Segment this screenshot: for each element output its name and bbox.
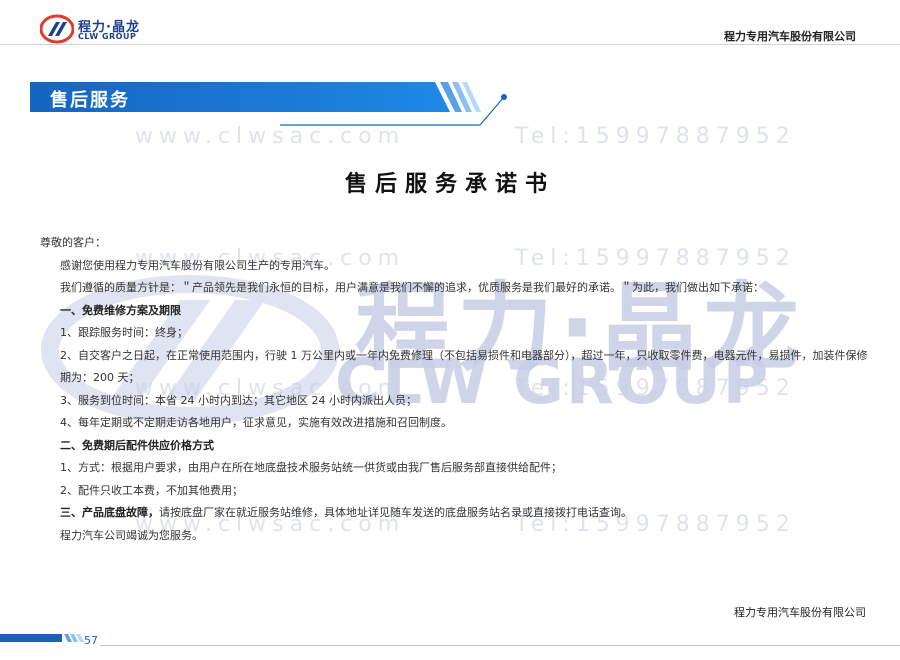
logo-english-name: CLW GROUP <box>78 32 137 41</box>
section-heading: 一、免费维修方案及期限 <box>60 303 181 317</box>
list-item: 4、每年定期或不定期走访各地用户，征求意见，实施有效改进措施和召回制度。 <box>60 416 452 429</box>
page-number: 57 <box>84 634 98 647</box>
list-item: 2、自交客户之日起，在正常使用范围内，行驶 1 万公里内或一年内免费修理（不包括… <box>60 348 868 385</box>
closing: 程力汽车公司竭诚为您服务。 <box>60 528 203 542</box>
section-heading: 三、产品底盘故障， <box>60 506 159 519</box>
document-title: 售后服务承诺书 <box>344 172 555 197</box>
header-divider <box>0 44 900 45</box>
logo-emblem-icon <box>40 14 74 44</box>
document-body: 尊敬的客户： 感谢您使用程力专用汽车股份有限公司生产的专用汽车。 我们遵循的质量… <box>40 232 870 547</box>
footer-divider <box>100 645 900 646</box>
list-item: 1、跟踪服务时间：终身； <box>60 326 188 339</box>
header-company-name: 程力专用汽车股份有限公司 <box>724 30 856 43</box>
paragraph: 感谢您使用程力专用汽车股份有限公司生产的专用汽车。 <box>60 258 335 272</box>
salutation: 尊敬的客户： <box>40 236 106 249</box>
footer-company-name: 程力专用汽车股份有限公司 <box>734 606 866 619</box>
watermark-tel: Tel:15997887952 <box>515 124 796 149</box>
list-item: 2、配件只收工本费，不加其他费用； <box>60 483 243 497</box>
list-item: 3、服务到位时间：本省 24 小时内到达；其它地区 24 小时内派出人员； <box>60 393 417 407</box>
section-heading: 二、免费期后配件供应价格方式 <box>60 438 214 452</box>
paragraph: 我们遵循的质量方针是：＂产品领先是我们永恒的目标，用户满意是我们不懈的追求，优质… <box>60 281 764 294</box>
banner-title: 售后服务 <box>50 90 130 111</box>
section-text: 请按底盘厂家在就近服务站维修，具体地址详见随车发送的底盘服务站名录或直接拨打电话… <box>159 506 632 519</box>
list-item: 1、方式：根据用户要求，由用户在所在地底盘技术服务站统一供货或由我厂售后服务部直… <box>60 461 562 474</box>
watermark-site: www.clwsac.com <box>135 124 406 149</box>
section-three: 三、产品底盘故障，请按底盘厂家在就近服务站维修，具体地址详见随车发送的底盘服务站… <box>40 502 870 525</box>
company-logo: 程力·晶龙 CLW GROUP <box>40 14 160 44</box>
